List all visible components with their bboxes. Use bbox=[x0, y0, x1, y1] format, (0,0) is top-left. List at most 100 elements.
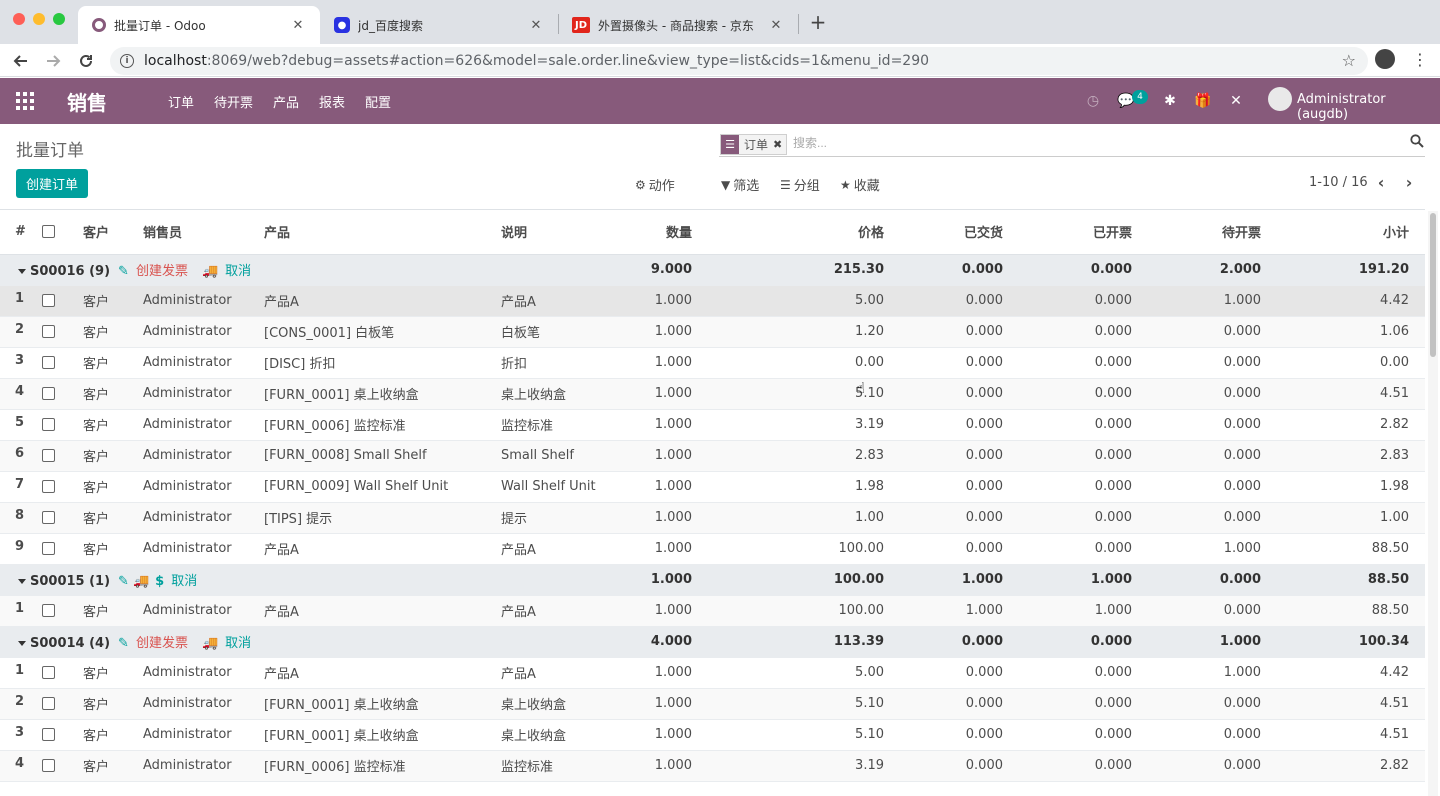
cell-customer[interactable]: 客户 bbox=[83, 471, 143, 503]
cell-description[interactable]: 白板笔 bbox=[501, 316, 641, 348]
search-icon[interactable] bbox=[1410, 134, 1424, 152]
close-tab-icon[interactable]: ✕ bbox=[290, 17, 306, 33]
cell-subtotal[interactable]: 4.51 bbox=[1293, 688, 1425, 720]
cell-salesperson[interactable]: Administrator bbox=[143, 409, 264, 441]
back-arrow-icon[interactable] bbox=[10, 50, 32, 72]
cell-salesperson[interactable]: Administrator bbox=[143, 347, 264, 379]
cell-price[interactable]: 2.83 bbox=[778, 440, 906, 472]
cancel-order-link[interactable]: 取消 bbox=[225, 636, 251, 651]
cell-salesperson[interactable]: Administrator bbox=[143, 688, 264, 720]
cell-subtotal[interactable]: 1.06 bbox=[1293, 316, 1425, 348]
cell-product[interactable]: 产品A bbox=[264, 285, 501, 317]
checkbox-icon[interactable] bbox=[42, 418, 55, 431]
cell-to-invoice[interactable]: 0.000 bbox=[1164, 719, 1293, 751]
cell-invoiced[interactable]: 1.000 bbox=[1035, 595, 1164, 627]
pager-next-icon[interactable]: › bbox=[1400, 173, 1418, 193]
row-select[interactable] bbox=[38, 409, 83, 441]
row-sequence[interactable]: 2 bbox=[0, 316, 38, 348]
row-select[interactable] bbox=[38, 347, 83, 379]
cell-product[interactable]: [FURN_0009] Wall Shelf Unit bbox=[264, 471, 501, 503]
scrollbar-thumb[interactable] bbox=[1430, 213, 1436, 357]
cell-invoiced[interactable]: 0.000 bbox=[1035, 533, 1164, 565]
row-sequence[interactable]: 1 bbox=[0, 657, 38, 689]
row-select[interactable] bbox=[38, 595, 83, 627]
cell-price[interactable]: 5.00 bbox=[778, 657, 906, 689]
cell-to-invoice[interactable]: 0.000 bbox=[1164, 688, 1293, 720]
caret-down-icon[interactable] bbox=[18, 579, 26, 584]
cell-delivered[interactable]: 0.000 bbox=[906, 440, 1035, 472]
cell-invoiced[interactable]: 0.000 bbox=[1035, 502, 1164, 534]
cell-to-invoice[interactable]: 0.000 bbox=[1164, 750, 1293, 782]
cell-price[interactable]: 5.00 bbox=[778, 285, 906, 317]
col-to-invoice[interactable]: 待开票 bbox=[1164, 210, 1293, 255]
cell-quantity[interactable]: 1.000 bbox=[641, 502, 778, 534]
cell-subtotal[interactable]: 2.82 bbox=[1293, 409, 1425, 441]
cell-to-invoice[interactable]: 1.000 bbox=[1164, 657, 1293, 689]
window-close-button[interactable] bbox=[13, 13, 25, 25]
cell-delivered[interactable]: 0.000 bbox=[906, 409, 1035, 441]
cell-quantity[interactable]: 1.000 bbox=[641, 533, 778, 565]
cell-invoiced[interactable]: 0.000 bbox=[1035, 719, 1164, 751]
window-zoom-button[interactable] bbox=[53, 13, 65, 25]
cell-price[interactable]: 5.10 bbox=[778, 688, 906, 720]
cell-product[interactable]: [DISC] 折扣 bbox=[264, 347, 501, 379]
cell-salesperson[interactable]: Administrator bbox=[143, 750, 264, 782]
cell-salesperson[interactable]: Administrator bbox=[143, 719, 264, 751]
table-row[interactable]: 3 客户 Administrator [FURN_0001] 桌上收纳盒 桌上收纳盒 1.… bbox=[0, 719, 1425, 751]
row-select[interactable] bbox=[38, 502, 83, 534]
group-header[interactable]: S00015 (1) ✎ 🚚 $ 取消 bbox=[0, 564, 641, 596]
cell-customer[interactable]: 客户 bbox=[83, 750, 143, 782]
list-scrollbar[interactable] bbox=[1428, 211, 1438, 796]
col-product[interactable]: 产品 bbox=[264, 210, 501, 255]
caret-down-icon[interactable] bbox=[18, 269, 26, 274]
cell-delivered[interactable]: 0.000 bbox=[906, 471, 1035, 503]
cell-delivered[interactable]: 0.000 bbox=[906, 378, 1035, 410]
cell-quantity[interactable]: 1.000 bbox=[641, 657, 778, 689]
cell-delivered[interactable]: 0.000 bbox=[906, 719, 1035, 751]
checkbox-icon[interactable] bbox=[42, 294, 55, 307]
cell-invoiced[interactable]: 0.000 bbox=[1035, 440, 1164, 472]
cell-price[interactable]: 5.10 bbox=[778, 378, 906, 410]
truck-icon[interactable]: 🚚 bbox=[202, 636, 218, 651]
cell-customer[interactable]: 客户 bbox=[83, 316, 143, 348]
cell-subtotal[interactable]: 4.42 bbox=[1293, 285, 1425, 317]
debug-bug-icon[interactable]: ✱ bbox=[1160, 91, 1180, 111]
row-select[interactable] bbox=[38, 471, 83, 503]
cell-quantity[interactable]: 1.000 bbox=[641, 440, 778, 472]
search-input[interactable] bbox=[793, 136, 1393, 150]
cell-to-invoice[interactable]: 0.000 bbox=[1164, 440, 1293, 472]
browser-tab-baidu[interactable]: ● jd_百度搜索 ✕ bbox=[320, 6, 558, 44]
cell-to-invoice[interactable]: 1.000 bbox=[1164, 533, 1293, 565]
cell-salesperson[interactable]: Administrator bbox=[143, 440, 264, 472]
cell-customer[interactable]: 客户 bbox=[83, 688, 143, 720]
col-invoiced[interactable]: 已开票 bbox=[1035, 210, 1164, 255]
group-header[interactable]: S00014 (4) ✎ 创建发票 🚚 取消 bbox=[0, 626, 641, 658]
favorites-dropdown[interactable]: ★ 收藏 bbox=[840, 175, 880, 195]
col-customer[interactable]: 客户 bbox=[83, 210, 143, 255]
cancel-order-link[interactable]: 取消 bbox=[225, 264, 251, 279]
cell-quantity[interactable]: 1.000 bbox=[641, 378, 778, 410]
create-order-button[interactable]: 创建订单 bbox=[16, 169, 88, 198]
checkbox-icon[interactable] bbox=[42, 604, 55, 617]
checkbox-icon[interactable] bbox=[42, 356, 55, 369]
cell-delivered[interactable]: 0.000 bbox=[906, 688, 1035, 720]
remove-facet-icon[interactable]: ✖ bbox=[773, 138, 786, 151]
cell-customer[interactable]: 客户 bbox=[83, 440, 143, 472]
cell-description[interactable]: Small Shelf bbox=[501, 440, 641, 472]
dollar-icon[interactable]: $ bbox=[155, 574, 164, 589]
cell-quantity[interactable]: 1.000 bbox=[641, 688, 778, 720]
cell-invoiced[interactable]: 0.000 bbox=[1035, 657, 1164, 689]
cell-to-invoice[interactable]: 0.000 bbox=[1164, 378, 1293, 410]
address-bar[interactable]: i localhost:8069/web?debug=assets#action… bbox=[110, 47, 1368, 75]
edit-order-icon[interactable]: ✎ bbox=[118, 636, 129, 651]
cell-quantity[interactable]: 1.000 bbox=[641, 285, 778, 317]
cell-delivered[interactable]: 1.000 bbox=[906, 595, 1035, 627]
table-row[interactable]: 7 客户 Administrator [FURN_0009] Wall Shelf U… bbox=[0, 471, 1425, 503]
cell-delivered[interactable]: 0.000 bbox=[906, 657, 1035, 689]
site-info-icon[interactable]: i bbox=[120, 54, 134, 68]
checkbox-icon[interactable] bbox=[42, 225, 55, 239]
cell-description[interactable]: 桌上收纳盒 bbox=[501, 688, 641, 720]
row-sequence[interactable]: 3 bbox=[0, 347, 38, 379]
menu-reporting[interactable]: 报表 bbox=[319, 92, 345, 111]
cell-description[interactable]: 桌上收纳盒 bbox=[501, 378, 641, 410]
